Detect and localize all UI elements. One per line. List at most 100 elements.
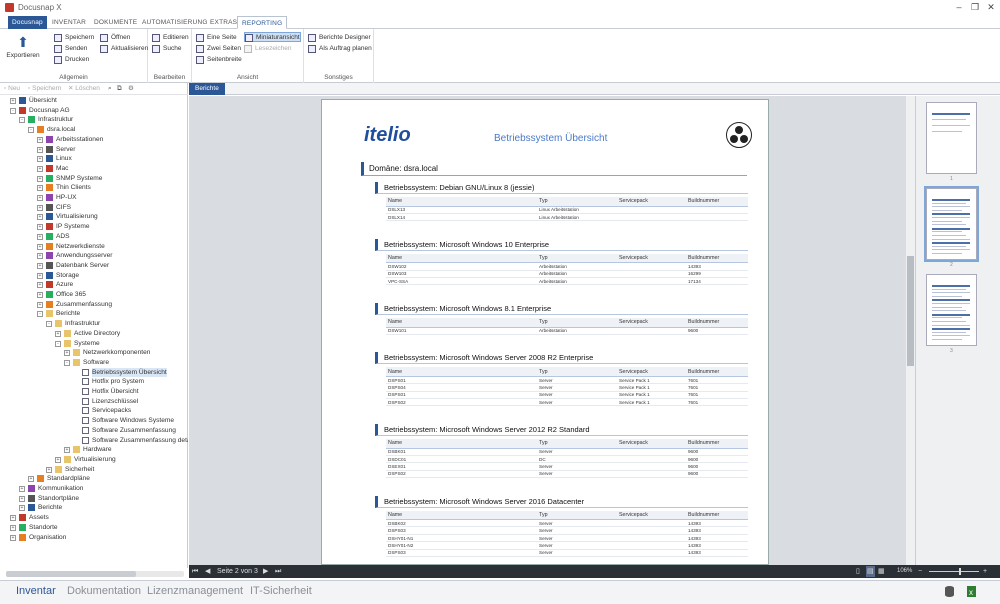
single-page-view-icon[interactable]: ▯: [856, 566, 860, 577]
minimize-icon[interactable]: –: [952, 2, 966, 12]
expand-icon[interactable]: +: [37, 204, 43, 211]
collapse-icon[interactable]: -: [19, 117, 25, 124]
tree-item[interactable]: + HP-UX: [0, 193, 188, 203]
tree-item[interactable]: + Arbeitsstationen: [0, 135, 188, 145]
tab-file[interactable]: Docusnap: [8, 16, 47, 29]
expand-icon[interactable]: +: [37, 272, 43, 279]
refresh-button[interactable]: Aktualisieren: [100, 44, 148, 54]
tree-item[interactable]: + Virtualisierung: [0, 212, 188, 222]
expand-icon[interactable]: +: [10, 98, 16, 104]
tree-scrollbar-thumb[interactable]: [6, 571, 136, 577]
multi-page-view-icon[interactable]: ▦: [878, 566, 885, 577]
tree-item[interactable]: - Berichte: [0, 309, 188, 319]
expand-icon[interactable]: +: [37, 214, 43, 221]
close-icon[interactable]: ✕: [984, 2, 998, 13]
expand-icon[interactable]: +: [19, 505, 25, 512]
tree-item[interactable]: + Zusammenfassung: [0, 300, 188, 310]
expand-icon[interactable]: +: [37, 243, 43, 250]
zoom-slider[interactable]: [929, 571, 979, 572]
save-button[interactable]: Speichern: [54, 33, 94, 43]
next-page-icon[interactable]: ▶: [263, 566, 268, 577]
tree-item[interactable]: + Übersicht: [0, 96, 188, 106]
bookmarks-toggle[interactable]: Lesezeichen: [244, 44, 292, 54]
tree-item[interactable]: Hotfix Übersicht: [0, 387, 188, 397]
module-tab-lizenzmanagement[interactable]: Lizenzmanagement: [147, 585, 243, 597]
schedule-button[interactable]: Als Auftrag planen: [308, 44, 372, 54]
send-button[interactable]: Senden: [54, 44, 87, 54]
expand-icon[interactable]: +: [37, 185, 43, 192]
tree-item[interactable]: + Standorte: [0, 523, 188, 533]
expand-icon[interactable]: +: [10, 534, 16, 541]
tree-search-icon[interactable]: ⌕: [108, 84, 112, 94]
collapse-icon[interactable]: -: [37, 311, 43, 318]
module-tab-inventar[interactable]: Inventar: [16, 585, 56, 597]
report-designer-button[interactable]: Berichte Designer: [308, 33, 371, 43]
tree-delete-button[interactable]: ✕ Löschen: [68, 84, 100, 94]
tree-item[interactable]: + IP Systeme: [0, 222, 188, 232]
expand-icon[interactable]: +: [28, 476, 34, 483]
tree-item[interactable]: Servicepacks: [0, 406, 188, 416]
tree-item[interactable]: + SNMP Systeme: [0, 174, 188, 184]
thumbnails-toggle[interactable]: Miniaturansicht: [244, 32, 301, 42]
export-button[interactable]: ⬆ Exportieren: [6, 33, 40, 69]
expand-icon[interactable]: +: [64, 447, 70, 454]
tree-item[interactable]: Software Zusammenfassung: [0, 426, 188, 436]
tab-reporting[interactable]: REPORTING: [237, 16, 288, 29]
expand-icon[interactable]: +: [46, 466, 52, 473]
tree-item[interactable]: - Infrastruktur: [0, 319, 188, 329]
tree-item[interactable]: + Thin Clients: [0, 183, 188, 193]
expand-icon[interactable]: +: [10, 515, 16, 522]
tree-item[interactable]: + Server: [0, 145, 188, 155]
expand-icon[interactable]: +: [37, 282, 43, 289]
tree-item[interactable]: + Virtualisierung: [0, 455, 188, 465]
collapse-icon[interactable]: -: [28, 127, 34, 134]
prev-page-icon[interactable]: ◀: [205, 566, 210, 577]
tab-automatisierung[interactable]: AUTOMATISIERUNG: [138, 16, 212, 29]
expand-icon[interactable]: +: [37, 175, 43, 182]
tree-item[interactable]: - Infrastruktur: [0, 115, 188, 125]
tree-item[interactable]: + Anwendungsserver: [0, 251, 188, 261]
tree-item[interactable]: Software Zusammenfassung detaillie: [0, 436, 188, 446]
tree-item[interactable]: + Netzwerkdienste: [0, 242, 188, 252]
last-page-icon[interactable]: ⏭: [275, 566, 281, 577]
tree-item[interactable]: + Azure: [0, 280, 188, 290]
collapse-icon[interactable]: -: [46, 321, 52, 328]
database-status-icon[interactable]: [944, 585, 955, 598]
zoom-slider-handle[interactable]: [959, 568, 961, 575]
tab-extras[interactable]: EXTRAS: [206, 16, 241, 29]
excel-status-icon[interactable]: x: [966, 585, 977, 598]
tree-item[interactable]: + Storage: [0, 271, 188, 281]
tree-horizontal-scrollbar[interactable]: [6, 571, 184, 577]
expand-icon[interactable]: +: [37, 262, 43, 269]
continuous-view-icon[interactable]: ▤: [866, 566, 875, 577]
print-button[interactable]: Drucken: [54, 55, 89, 65]
page-thumbnail[interactable]: [926, 102, 977, 174]
tree-item[interactable]: + Assets: [0, 513, 188, 523]
scrollbar-thumb[interactable]: [907, 256, 914, 366]
edit-button[interactable]: Editieren: [152, 33, 189, 43]
report-preview-area[interactable]: itelio Betriebssystem Übersicht Domäne: …: [189, 96, 906, 565]
tree-new-button[interactable]: ▫ Neu: [4, 84, 20, 94]
tree-item[interactable]: + Active Directory: [0, 329, 188, 339]
expand-icon[interactable]: +: [37, 156, 43, 163]
tree-item[interactable]: Betriebssystem Übersicht: [0, 367, 188, 378]
page-width-button[interactable]: Seitenbreite: [196, 55, 242, 65]
maximize-icon[interactable]: ❐: [968, 2, 982, 13]
tree-item[interactable]: + Netzwerkkomponenten: [0, 348, 188, 358]
search-button[interactable]: Suche: [152, 44, 181, 54]
zoom-in-icon[interactable]: +: [983, 566, 987, 577]
expand-icon[interactable]: +: [19, 486, 25, 492]
page-thumbnail[interactable]: [926, 274, 977, 346]
expand-icon[interactable]: +: [55, 456, 61, 463]
collapse-icon[interactable]: -: [10, 107, 16, 114]
tree-item[interactable]: + Standardpläne: [0, 474, 188, 484]
collapse-icon[interactable]: -: [55, 340, 61, 347]
expand-icon[interactable]: +: [37, 165, 43, 172]
tree-settings-icon[interactable]: ⚙: [128, 84, 134, 94]
tree-item[interactable]: Software Windows Systeme: [0, 416, 188, 426]
page-thumbnail[interactable]: [924, 186, 979, 262]
expand-icon[interactable]: +: [37, 292, 43, 298]
tab-berichte[interactable]: Berichte: [189, 83, 225, 95]
tree-item[interactable]: + Organisation: [0, 533, 188, 543]
collapse-icon[interactable]: -: [64, 359, 70, 366]
